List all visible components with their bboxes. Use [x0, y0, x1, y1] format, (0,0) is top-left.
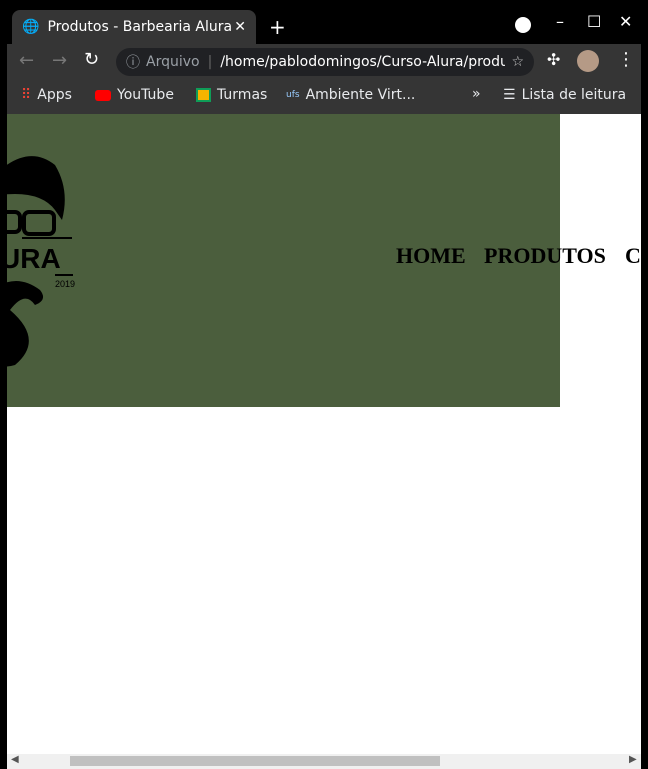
new-tab-button[interactable]: + — [269, 15, 286, 39]
extensions-icon[interactable]: ✣ — [547, 50, 560, 69]
bookmark-ambiente-virtual[interactable]: ufs Ambiente Virt... — [286, 87, 415, 103]
reload-button[interactable]: ↻ — [84, 49, 99, 70]
scroll-left-arrow[interactable]: ◀ — [11, 754, 19, 765]
bookmark-turmas[interactable]: Turmas — [196, 87, 267, 103]
close-window-button[interactable]: ✕ — [619, 12, 632, 31]
reading-list-button[interactable]: ☰ Lista de leitura — [503, 87, 626, 103]
close-tab-icon[interactable]: ✕ — [234, 19, 246, 35]
youtube-icon — [95, 89, 111, 101]
maximize-button[interactable]: ☐ — [587, 12, 601, 31]
tab-search-icon[interactable] — [515, 17, 531, 33]
reading-list-icon: ☰ — [503, 87, 516, 103]
scroll-right-arrow[interactable]: ▶ — [629, 754, 637, 765]
bookmark-apps[interactable]: ⠿ Apps — [21, 87, 72, 103]
bookmark-youtube[interactable]: YouTube — [95, 87, 174, 103]
tab-produtos[interactable]: 🌐 Produtos - Barbearia Alura ✕ — [12, 10, 256, 44]
star-icon[interactable]: ☆ — [511, 54, 524, 70]
address-label: Arquivo — [146, 54, 200, 70]
url-text[interactable]: /home/pablodomingos/Curso-Alura/produ... — [220, 54, 505, 70]
ufs-icon: ufs — [286, 90, 300, 100]
address-bar[interactable]: ⓘ Arquivo | /home/pablodomingos/Curso-Al… — [116, 48, 534, 76]
bookmarks-overflow-button[interactable]: » — [472, 86, 481, 102]
menu-icon[interactable]: ⋮ — [617, 49, 635, 70]
classroom-icon — [196, 88, 211, 102]
apps-grid-icon: ⠿ — [21, 87, 32, 103]
scrollbar-thumb[interactable] — [70, 756, 440, 766]
bookmarks-bar: ⠿ Apps YouTube Turmas ufs Ambiente Virt...… — [7, 80, 641, 114]
page-viewport: URA 2019 HOME PRODUTOS C — [7, 114, 641, 754]
minimize-button[interactable]: – — [556, 12, 564, 31]
horizontal-scrollbar[interactable]: ◀ ▶ — [7, 754, 641, 769]
svg-text:URA: URA — [7, 243, 61, 274]
avatar[interactable] — [577, 50, 599, 72]
tab-strip: 🌐 Produtos - Barbearia Alura ✕ + – ☐ ✕ — [0, 0, 648, 44]
nav-produtos[interactable]: PRODUTOS — [484, 243, 606, 269]
nav-contato[interactable]: C — [625, 243, 641, 269]
site-header: URA 2019 — [7, 114, 560, 407]
info-icon[interactable]: ⓘ — [126, 52, 140, 72]
forward-button[interactable]: → — [52, 50, 67, 71]
barbearia-logo: URA 2019 — [7, 156, 75, 367]
globe-icon: 🌐 — [22, 19, 40, 35]
tab-title: Produtos - Barbearia Alura — [47, 19, 233, 35]
nav-home[interactable]: HOME — [396, 243, 466, 269]
back-button[interactable]: ← — [19, 50, 34, 71]
svg-text:2019: 2019 — [55, 279, 75, 289]
